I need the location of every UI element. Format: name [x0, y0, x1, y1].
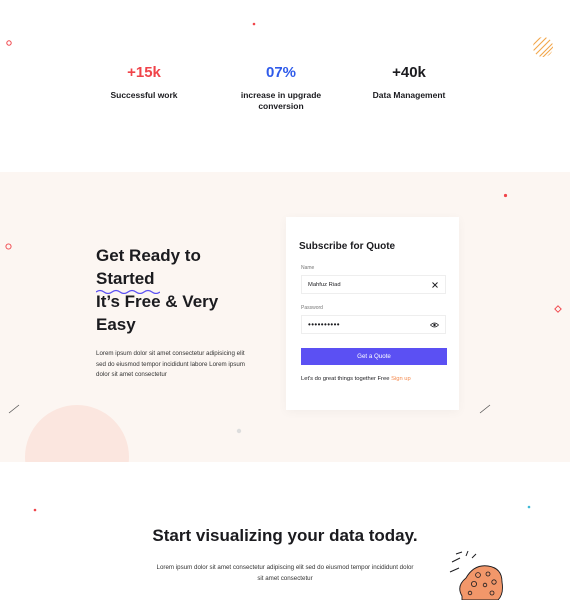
- password-field[interactable]: ••••••••••: [301, 315, 446, 334]
- headline-line: It’s Free & Very: [96, 292, 219, 311]
- headline-underlined-word: Started: [96, 267, 160, 294]
- decor-dot-icon: [33, 508, 37, 512]
- password-label: Password: [301, 305, 323, 311]
- stat-label: Data Management: [372, 90, 446, 100]
- striped-circle-icon: [533, 37, 553, 57]
- decor-diamond-icon: [554, 305, 562, 313]
- squiggle-underline-icon: [96, 289, 160, 294]
- subscribe-card: Subscribe for Quote Name Mahfuz Riad Pas…: [286, 217, 459, 410]
- headline-line: Easy: [96, 315, 136, 334]
- name-value[interactable]: Mahfuz Riad: [308, 282, 430, 288]
- stat-value: +15k: [127, 64, 161, 81]
- eye-icon[interactable]: [430, 320, 439, 329]
- card-title: Subscribe for Quote: [299, 241, 396, 252]
- clear-icon[interactable]: [430, 280, 439, 289]
- visualize-title: Start visualizing your data today.: [152, 526, 418, 545]
- decor-dot-icon: [252, 22, 256, 26]
- subscribe-headline: Get Ready to Started It’s Free & Very Ea…: [96, 244, 266, 336]
- decor-line-icon: [8, 404, 20, 414]
- password-value[interactable]: ••••••••••: [308, 320, 430, 329]
- decor-dot-icon: [236, 428, 242, 434]
- name-label: Name: [301, 265, 315, 271]
- stats-section: +15k Successful work 07% increase in upg…: [0, 0, 570, 172]
- decor-dot-icon: [6, 40, 12, 46]
- stat-label: increase in upgrade conversion: [240, 90, 322, 111]
- visualize-section: Start visualizing your data today. Lorem…: [0, 462, 570, 600]
- subscribe-paragraph: Lorem ipsum dolor sit amet consectetur a…: [96, 350, 245, 378]
- headline-line: Get Ready to: [96, 246, 201, 265]
- signup-link[interactable]: Sign up: [391, 376, 411, 382]
- decor-line-icon: [479, 404, 491, 414]
- name-field[interactable]: Mahfuz Riad: [301, 275, 446, 294]
- get-quote-button[interactable]: Get a Quote: [301, 348, 447, 365]
- headline-underlined-text: Started: [96, 269, 155, 288]
- decor-dot-icon: [503, 193, 508, 198]
- decor-circle: [25, 405, 129, 462]
- signup-text: Let's do great things together Free: [301, 376, 392, 382]
- decor-blob-icon: [449, 550, 503, 600]
- decor-ring-icon: [5, 243, 12, 250]
- stat-successful-work: +15k Successful work: [64, 64, 224, 101]
- subscribe-section: Get Ready to Started It’s Free & Very Ea…: [0, 172, 570, 462]
- decor-dot-icon: [527, 505, 531, 509]
- stat-label: Successful work: [110, 90, 178, 100]
- stat-value: +40k: [392, 64, 426, 81]
- stat-data-management: +40k Data Management: [329, 64, 489, 101]
- visualize-paragraph: Lorem ipsum dolor sit amet consectetur a…: [156, 564, 414, 582]
- signup-line: Let's do great things together Free Sign…: [301, 376, 411, 382]
